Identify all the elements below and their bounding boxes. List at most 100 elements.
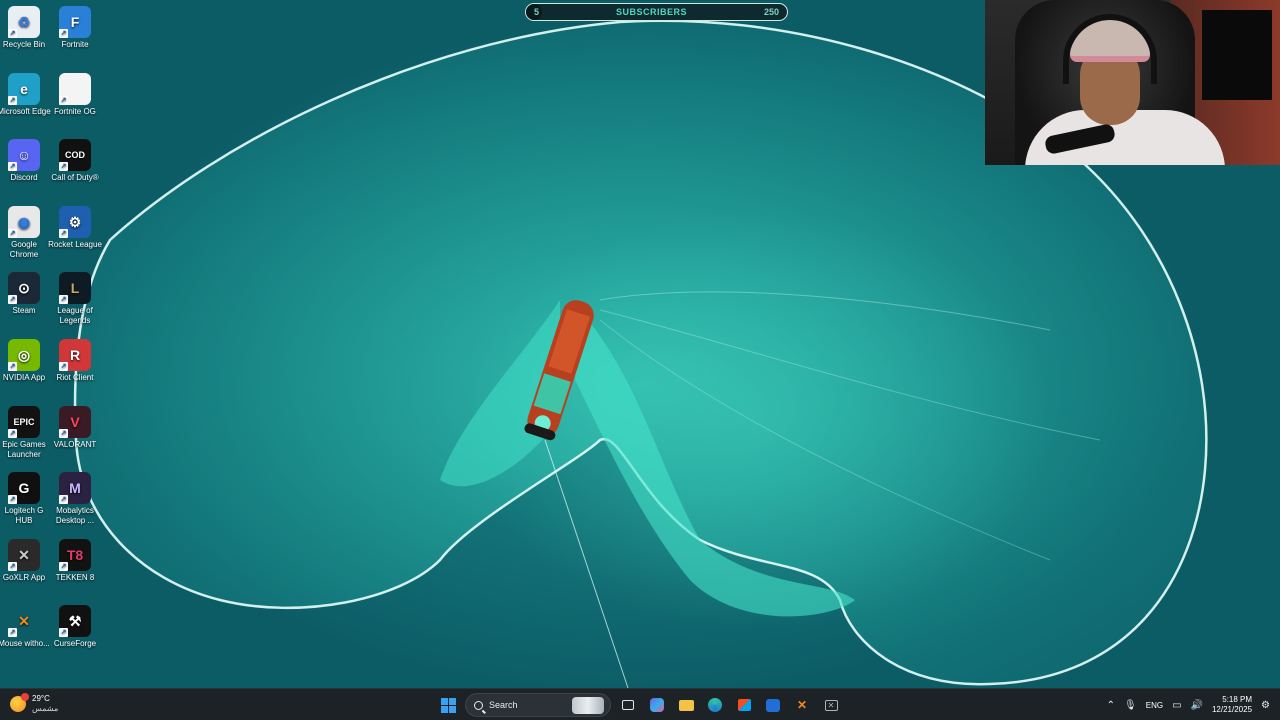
desktop-shortcut[interactable]: G ↗ Logitech G HUB [0, 472, 51, 526]
shortcut-arrow-icon: ↗ [8, 29, 17, 38]
network-icon[interactable]: ▭ [1172, 700, 1181, 711]
desktop-shortcut-label: Discord [10, 173, 38, 183]
outlook-button[interactable] [761, 693, 785, 717]
desktop-shortcut[interactable]: e ↗ Microsoft Edge [0, 72, 51, 117]
desktop-shortcut-label: Fortnite [61, 40, 89, 49]
microsoft-store-button[interactable] [732, 693, 756, 717]
subscriber-goal-title: SUBSCRIBERS [615, 7, 687, 17]
desktop-shortcut-label: CurseForge [53, 639, 97, 649]
desktop-shortcut-label: Epic Games Launcher [2, 439, 46, 459]
shortcut-arrow-icon: ↗ [59, 495, 68, 505]
shortcut-arrow-icon: ↗ [59, 362, 68, 371]
edge-icon [708, 698, 722, 712]
desktop-shortcut[interactable]: ◎ ↗ NVIDIA App [0, 339, 51, 383]
riot-client-icon: R ↗ [59, 339, 91, 371]
nvidia-icon: ◎ ↗ [8, 339, 40, 371]
epic-games-icon: EPIC ↗ [8, 405, 40, 438]
widgets-button[interactable] [645, 693, 669, 717]
mouse-without-borders-icon: ✕ ↗ [8, 613, 30, 638]
shortcut-arrow-icon: ↗ [8, 495, 17, 505]
desktop-shortcut[interactable]: T8 ↗ TEKKEN 8 [48, 538, 102, 583]
recycle-bin-icon: ♻ ↗ [8, 6, 40, 38]
desktop-shortcut[interactable]: ♻ ↗ Recycle Bin [0, 6, 51, 50]
desktop-shortcut[interactable]: M ↗ Mobalytics Desktop ... [48, 472, 102, 526]
desktop-shortcut[interactable]: COD ↗ Call of Duty® [48, 139, 102, 183]
goxlr-icon: ✕ ↗ [8, 538, 40, 571]
desktop-shortcut-label: Google Chrome [9, 239, 39, 259]
desktop-shortcut[interactable]: F ↗ Fortnite [48, 6, 102, 50]
curseforge-icon: ⚒ ↗ [59, 605, 91, 638]
shortcut-arrow-icon: ↗ [59, 561, 68, 571]
desktop-shortcut-label: Recycle Bin [2, 40, 46, 49]
desktop-shortcut-label: NVIDIA App [2, 373, 46, 382]
shortcut-arrow-icon: ↗ [8, 162, 17, 172]
weather-temperature: 29°C [32, 694, 50, 703]
shortcut-arrow-icon: ↗ [59, 29, 68, 38]
league-of-legends-icon: L ↗ [59, 272, 91, 305]
rocket-league-icon: ⚙ ↗ [59, 205, 91, 238]
clock-time: 5:18 PM [1222, 695, 1253, 704]
fortnite-icon: F ↗ [59, 6, 91, 38]
webcam-background-panel [1202, 10, 1272, 100]
desktop-shortcut-label: Riot Client [56, 373, 94, 382]
desktop-shortcut-label: League of Legends [57, 306, 93, 326]
desktop-shortcut[interactable]: ⚙ ↗ Rocket League [48, 205, 102, 250]
shortcut-arrow-icon: ↗ [8, 295, 17, 305]
language-indicator[interactable]: ENG [1146, 701, 1163, 710]
taskbar-clock[interactable]: 5:18 PM 12/21/2025 [1212, 695, 1252, 715]
desktop-shortcut[interactable]: L ↗ League of Legends [48, 272, 102, 326]
desktop-shortcut[interactable]: ⚒ ↗ CurseForge [48, 605, 102, 649]
shortcut-arrow-icon: ↗ [59, 228, 68, 238]
file-explorer-button[interactable] [674, 693, 698, 717]
desktop-shortcut[interactable]: ◉ ↗ Google Chrome [0, 205, 51, 260]
volume-icon[interactable]: 🔊 [1191, 700, 1203, 711]
mouse-without-borders-button[interactable]: ✕ [790, 693, 814, 717]
desktop-shortcut[interactable]: ✕ ↗ Mouse witho... [0, 605, 51, 649]
chevron-up-icon[interactable]: ⌃ [1107, 700, 1115, 711]
shortcut-arrow-icon: ↗ [8, 362, 17, 371]
steam-icon: ⊙ ↗ [8, 272, 40, 305]
desktop-shortcut[interactable]: EPIC ↗ Epic Games Launcher [0, 405, 51, 460]
goxlr-taskbar-button[interactable]: ✕ [819, 693, 843, 717]
shortcut-arrow-icon: ↗ [59, 162, 68, 172]
subscriber-goal-count: 250 [763, 7, 779, 17]
clock-date: 12/21/2025 [1211, 705, 1253, 714]
shortcut-arrow-icon: ↗ [59, 295, 68, 305]
desktop-shortcut-label: GoXLR App [2, 572, 46, 582]
microphone-icon[interactable]: 🎙 [1124, 700, 1137, 711]
desktop-shortcut-label: Microsoft Edge [0, 106, 51, 116]
desktop-shortcut-label: Mobalytics Desktop ... [55, 506, 95, 526]
desktop-shortcut[interactable]: V ↗ VALORANT [48, 405, 102, 450]
desktop-shortcut[interactable]: ⊙ ↗ Steam [0, 272, 51, 316]
shortcut-arrow-icon: ↗ [59, 628, 68, 638]
weather-widget[interactable]: 29°C مشمس [10, 693, 59, 714]
weather-alert-badge [21, 693, 29, 701]
logitech-icon: G ↗ [8, 472, 40, 505]
file-icon: ↗ [59, 72, 91, 105]
taskbar-search-box[interactable]: Search [465, 693, 611, 717]
system-tray: ⌃ 🎙 ENG ▭ 🔊 5:18 PM 12/21/2025 ⚙ [1107, 689, 1270, 720]
store-icon [737, 699, 751, 711]
desktop-shortcut[interactable]: ✕ ↗ GoXLR App [0, 538, 51, 583]
chrome-icon: ◉ ↗ [8, 205, 40, 238]
desktop-shortcut[interactable]: R ↗ Riot Client [48, 339, 102, 383]
desktop-shortcut[interactable]: ☺ ↗ Discord [0, 139, 51, 183]
desktop-shortcut[interactable]: ↗ Fortnite OG [48, 72, 102, 117]
edge-taskbar-button[interactable] [703, 693, 727, 717]
desktop-shortcut-label: VALORANT [53, 439, 97, 449]
shortcut-arrow-icon: ↗ [8, 95, 17, 105]
notification-bell-icon[interactable]: ⚙ [1261, 700, 1270, 711]
discord-icon: ☺ ↗ [8, 139, 40, 172]
shortcut-arrow-icon: ↗ [59, 95, 68, 105]
desktop-shortcut-label: Logitech G HUB [4, 506, 44, 526]
mobalytics-icon: M ↗ [59, 472, 91, 505]
desktop-shortcut-label: Steam [12, 306, 36, 316]
desktop-shortcut-label: TEKKEN 8 [55, 572, 95, 582]
task-view-button[interactable] [616, 693, 640, 717]
goxlr-icon: ✕ [824, 699, 838, 711]
start-button[interactable] [436, 693, 460, 717]
taskbar-center-apps: Search ✕ ✕ [436, 693, 843, 717]
weather-condition: مشمس [32, 704, 59, 713]
copilot-icon [650, 698, 664, 712]
subscriber-start-count: 5 [534, 7, 540, 17]
